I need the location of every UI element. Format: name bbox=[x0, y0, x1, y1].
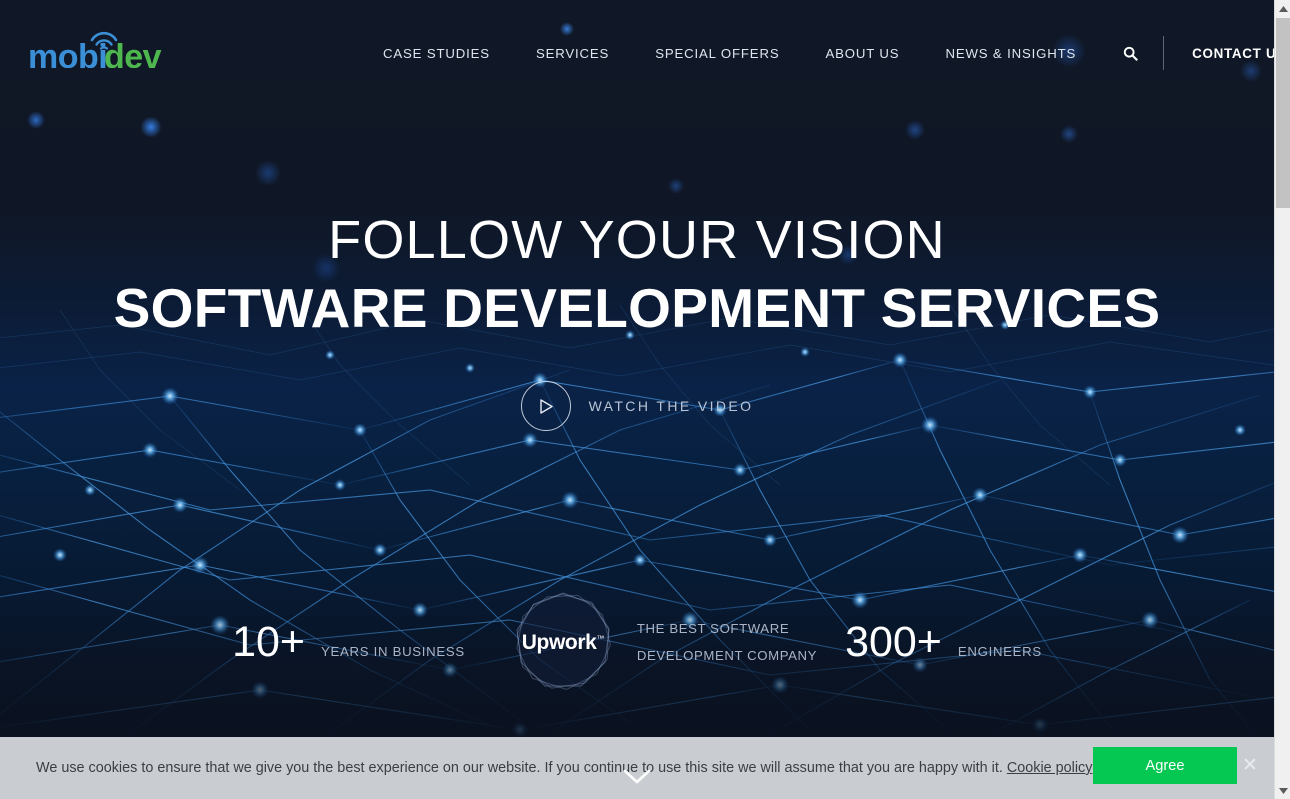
hero-title-line-1: FOLLOW YOUR VISION bbox=[328, 210, 946, 270]
cookie-policy-link[interactable]: Cookie policy bbox=[1007, 760, 1093, 776]
stat-years-value: 10+ bbox=[232, 617, 306, 666]
scrollbar-thumb[interactable] bbox=[1276, 18, 1290, 208]
nav-item-about-us[interactable]: ABOUT US bbox=[802, 46, 922, 61]
hero-title-line-2: SOFTWARE DEVELOPMENT SERVICES bbox=[113, 277, 1161, 339]
vertical-scrollbar[interactable] bbox=[1274, 0, 1290, 799]
watch-video-label[interactable]: WATCH THE VIDEO bbox=[589, 398, 754, 414]
play-icon[interactable] bbox=[520, 381, 571, 431]
scroll-down-arrow[interactable] bbox=[1275, 782, 1290, 799]
cookie-message-text: We use cookies to ensure that we give yo… bbox=[36, 760, 1003, 776]
stat-years-in-business: 10+ YEARS IN BUSINESS bbox=[232, 617, 465, 666]
mobidev-logo[interactable]: mobi dev bbox=[28, 26, 176, 68]
upwork-caption-line-1: THE BEST SOFTWARE bbox=[636, 621, 790, 636]
browser-viewport: mobi dev CASE STUDIES SERVICES SPECIAL O… bbox=[0, 0, 1290, 799]
svg-text:dev: dev bbox=[104, 38, 162, 68]
upwork-badge[interactable]: Upwork™ bbox=[513, 590, 613, 694]
stat-engineers-value: 300+ bbox=[845, 617, 942, 666]
svg-text:mobi: mobi bbox=[28, 38, 107, 68]
site-header: mobi dev CASE STUDIES SERVICES SPECIAL O… bbox=[0, 0, 1274, 95]
contact-us-button[interactable]: CONTACT US bbox=[1192, 46, 1274, 61]
nav-item-special-offers[interactable]: SPECIAL OFFERS bbox=[632, 46, 802, 61]
hero-stats-row: 10+ YEARS IN BUSINESS Upwork™ THE BEST S… bbox=[0, 586, 1274, 698]
stat-years-label: YEARS IN BUSINESS bbox=[321, 643, 465, 659]
cookie-message: We use cookies to ensure that we give yo… bbox=[36, 737, 1092, 799]
stat-engineers: 300+ ENGINEERS bbox=[845, 617, 1042, 666]
search-icon[interactable] bbox=[1119, 42, 1141, 64]
upwork-caption-line-2: DEVELOPMENT COMPANY bbox=[636, 648, 818, 663]
upwork-trademark: ™ bbox=[596, 634, 604, 643]
nav-item-news-insights[interactable]: NEWS & INSIGHTS bbox=[922, 46, 1099, 61]
main-navigation: CASE STUDIES SERVICES SPECIAL OFFERS ABO… bbox=[360, 36, 1274, 70]
upwork-caption: THE BEST SOFTWARE DEVELOPMENT COMPANY bbox=[637, 615, 817, 669]
upwork-logo-text: Upwork™ bbox=[513, 631, 613, 655]
stat-engineers-label: ENGINEERS bbox=[957, 643, 1042, 659]
nav-item-services[interactable]: SERVICES bbox=[513, 46, 632, 61]
page-content: mobi dev CASE STUDIES SERVICES SPECIAL O… bbox=[0, 0, 1274, 799]
cookie-agree-button[interactable]: Agree bbox=[1093, 747, 1237, 784]
scroll-up-arrow[interactable] bbox=[1275, 0, 1290, 17]
nav-item-case-studies[interactable]: CASE STUDIES bbox=[360, 46, 513, 61]
close-icon[interactable]: ✕ bbox=[1240, 756, 1260, 776]
upwork-wordmark: Upwork bbox=[521, 631, 597, 654]
chevron-down-icon[interactable] bbox=[619, 766, 655, 788]
watch-video-control[interactable]: WATCH THE VIDEO bbox=[0, 381, 1274, 431]
hero-heading: FOLLOW YOUR VISION SOFTWARE DEVELOPMENT … bbox=[0, 208, 1274, 342]
header-divider bbox=[1163, 36, 1165, 70]
